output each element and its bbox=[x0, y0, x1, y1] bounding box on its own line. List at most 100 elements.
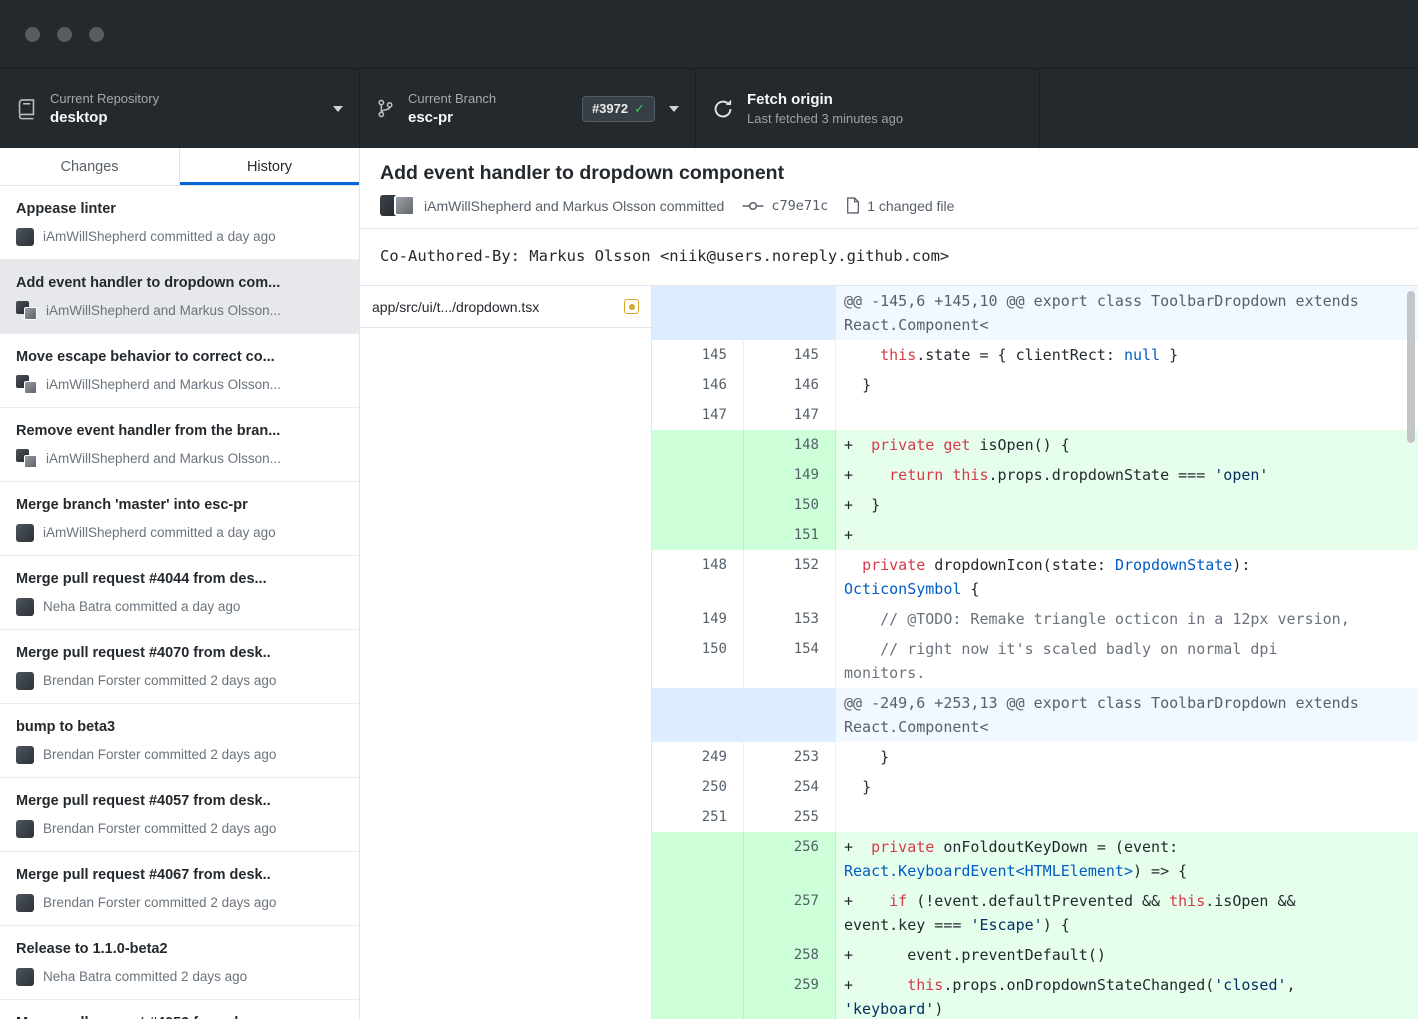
commit-meta: iAmWillShepherd committed a day ago bbox=[16, 523, 343, 542]
check-icon: ✓ bbox=[634, 101, 645, 117]
diff-line: 250254 } bbox=[652, 772, 1418, 802]
diff-scrollbar[interactable] bbox=[1407, 291, 1415, 443]
diff-line: 256+ private onFoldoutKeyDown = (event: … bbox=[652, 832, 1418, 886]
commit-header: Add event handler to dropdown component … bbox=[360, 148, 1418, 229]
sidebar: Changes History Appease linter iAmWillShe… bbox=[0, 148, 360, 1019]
repository-switcher[interactable]: Current Repository desktop bbox=[0, 69, 360, 148]
diff-line: 258+ event.preventDefault() bbox=[652, 940, 1418, 970]
commit-sha: c79e71c bbox=[771, 198, 828, 214]
diff-line: 257+ if (!event.defaultPrevented && this… bbox=[652, 886, 1418, 940]
avatar bbox=[16, 375, 37, 394]
commit-title: Merge pull request #4057 from desk.. bbox=[16, 791, 343, 811]
commit-list-item[interactable]: Appease linter iAmWillShepherd committed … bbox=[0, 186, 359, 260]
commit-list-item[interactable]: Merge pull request #4070 from desk.. Bren… bbox=[0, 630, 359, 704]
commit-list-item[interactable]: bump to beta3Brendan Forster committed 2… bbox=[0, 704, 359, 778]
commit-title: Release to 1.1.0-beta2 bbox=[16, 939, 343, 959]
avatar bbox=[16, 301, 37, 320]
branch-switcher[interactable]: Current Branch esc-pr #3972 ✓ bbox=[360, 69, 696, 148]
avatar bbox=[16, 820, 34, 838]
commit-list-item[interactable]: Remove event handler from the bran... iAm… bbox=[0, 408, 359, 482]
diff-area: app/src/ui/t.../dropdown.tsx @@ -145,6 +… bbox=[360, 286, 1418, 1019]
minimize-button[interactable] bbox=[57, 27, 72, 42]
commit-title: Merge pull request #4044 from des... bbox=[16, 569, 343, 589]
content-area: Changes History Appease linter iAmWillShe… bbox=[0, 148, 1418, 1019]
diff-line: 146146 } bbox=[652, 370, 1418, 400]
commit-title: Merge pull request #4067 from desk.. bbox=[16, 865, 343, 885]
diff-hunk-header: @@ -145,6 +145,10 @@ export class Toolba… bbox=[652, 286, 1418, 340]
diff-line: 150154 // right now it's scaled badly on… bbox=[652, 634, 1418, 688]
commit-title: Add event handler to dropdown com... bbox=[16, 273, 343, 293]
window-titlebar bbox=[0, 0, 1418, 68]
fetch-origin-button[interactable]: Fetch origin Last fetched 3 minutes ago bbox=[696, 69, 1040, 148]
avatar bbox=[16, 228, 34, 246]
changed-files-count: 1 changed file bbox=[867, 198, 954, 214]
tab-changes[interactable]: Changes bbox=[0, 148, 180, 185]
commit-summary-title: Add event handler to dropdown component bbox=[380, 162, 1402, 185]
repository-label: Current Repository bbox=[50, 91, 159, 106]
commit-description: Co-Authored-By: Markus Olsson <niik@user… bbox=[360, 229, 1418, 286]
diff-line: 259+ this.props.onDropdownStateChanged('… bbox=[652, 970, 1418, 1019]
commit-list-item[interactable]: Merge pull request #4059 from d... bbox=[0, 1000, 359, 1019]
commit-list-item[interactable]: Move escape behavior to correct co... iAm… bbox=[0, 334, 359, 408]
commit-list: Appease linter iAmWillShepherd committed … bbox=[0, 186, 359, 1019]
commit-list-item[interactable]: Add event handler to dropdown com... iAmW… bbox=[0, 260, 359, 334]
repo-book-icon bbox=[16, 97, 37, 120]
git-branch-icon bbox=[376, 97, 395, 120]
diff-line: 148152 private dropdownIcon(state: Dropd… bbox=[652, 550, 1418, 604]
avatar bbox=[16, 524, 34, 542]
commit-list-item[interactable]: Release to 1.1.0-beta2 Neha Batra committ… bbox=[0, 926, 359, 1000]
diff-line: 151+ bbox=[652, 520, 1418, 550]
file-list-item[interactable]: app/src/ui/t.../dropdown.tsx bbox=[360, 286, 651, 328]
diff-hunk-header: @@ -249,6 +253,13 @@ export class Toolba… bbox=[652, 688, 1418, 742]
git-commit-icon bbox=[742, 199, 764, 213]
commit-list-item[interactable]: Merge pull request #4044 from des... Neha… bbox=[0, 556, 359, 630]
commit-meta: iAmWillShepherd and Markus Olsson... bbox=[16, 449, 343, 468]
commit-title: Merge branch 'master' into esc-pr bbox=[16, 495, 343, 515]
diff-line: 149+ return this.props.dropdownState ===… bbox=[652, 460, 1418, 490]
avatar bbox=[16, 598, 34, 616]
commit-list-item[interactable]: Merge pull request #4057 from desk.. Bren… bbox=[0, 778, 359, 852]
commit-title: Remove event handler from the bran... bbox=[16, 421, 343, 441]
avatar bbox=[16, 968, 34, 986]
commit-meta: Brendan Forster committed 2 days ago bbox=[16, 671, 343, 690]
commit-title: Appease linter bbox=[16, 199, 343, 219]
commit-title: Merge pull request #4070 from desk.. bbox=[16, 643, 343, 663]
avatar bbox=[16, 894, 34, 912]
app-toolbar: Current Repository desktop Current Branc… bbox=[0, 68, 1418, 148]
changed-file-icon bbox=[846, 197, 860, 214]
changed-files-group: 1 changed file bbox=[846, 197, 954, 214]
commit-meta: iAmWillShepherd committed a day ago bbox=[16, 227, 343, 246]
diff-line: 150+ } bbox=[652, 490, 1418, 520]
diff-viewer: @@ -145,6 +145,10 @@ export class Toolba… bbox=[652, 286, 1418, 1019]
pr-number-badge: #3972 ✓ bbox=[582, 96, 655, 122]
commit-meta: iAmWillShepherd and Markus Olsson... bbox=[16, 375, 343, 394]
commit-meta: Neha Batra committed 2 days ago bbox=[16, 967, 343, 986]
tab-history[interactable]: History bbox=[180, 148, 359, 185]
commit-list-item[interactable]: Merge pull request #4067 from desk.. Bren… bbox=[0, 852, 359, 926]
commit-meta: Brendan Forster committed 2 days ago bbox=[16, 819, 343, 838]
commit-meta: Neha Batra committed a day ago bbox=[16, 597, 343, 616]
file-path: app/src/ui/t.../dropdown.tsx bbox=[372, 299, 539, 315]
diff-line: 147147 bbox=[652, 400, 1418, 430]
commit-meta: Brendan Forster committed 2 days ago bbox=[16, 893, 343, 912]
sync-icon bbox=[712, 98, 734, 120]
chevron-down-icon bbox=[333, 106, 343, 112]
diff-line: 149153 // @TODO: Remake triangle octicon… bbox=[652, 604, 1418, 634]
repository-name: desktop bbox=[50, 109, 159, 126]
chevron-down-icon bbox=[669, 106, 679, 112]
close-button[interactable] bbox=[25, 27, 40, 42]
file-modified-icon bbox=[624, 299, 639, 314]
commit-title: Merge pull request #4059 from d... bbox=[16, 1013, 343, 1019]
zoom-button[interactable] bbox=[89, 27, 104, 42]
commit-authors: iAmWillShepherd and Markus Olsson commit… bbox=[424, 198, 724, 214]
diff-line: 145145 this.state = { clientRect: null } bbox=[652, 340, 1418, 370]
commit-title: Move escape behavior to correct co... bbox=[16, 347, 343, 367]
diff-line: 148+ private get isOpen() { bbox=[652, 430, 1418, 460]
commit-meta: iAmWillShepherd and Markus Olsson... bbox=[16, 301, 343, 320]
diff-line: 249253 } bbox=[652, 742, 1418, 772]
commit-title: bump to beta3 bbox=[16, 717, 343, 737]
branch-label: Current Branch bbox=[408, 91, 496, 106]
commit-list-item[interactable]: Merge branch 'master' into esc-pr iAmWill… bbox=[0, 482, 359, 556]
commit-sha-group: c79e71c bbox=[742, 198, 828, 214]
diff-line: 251255 bbox=[652, 802, 1418, 832]
